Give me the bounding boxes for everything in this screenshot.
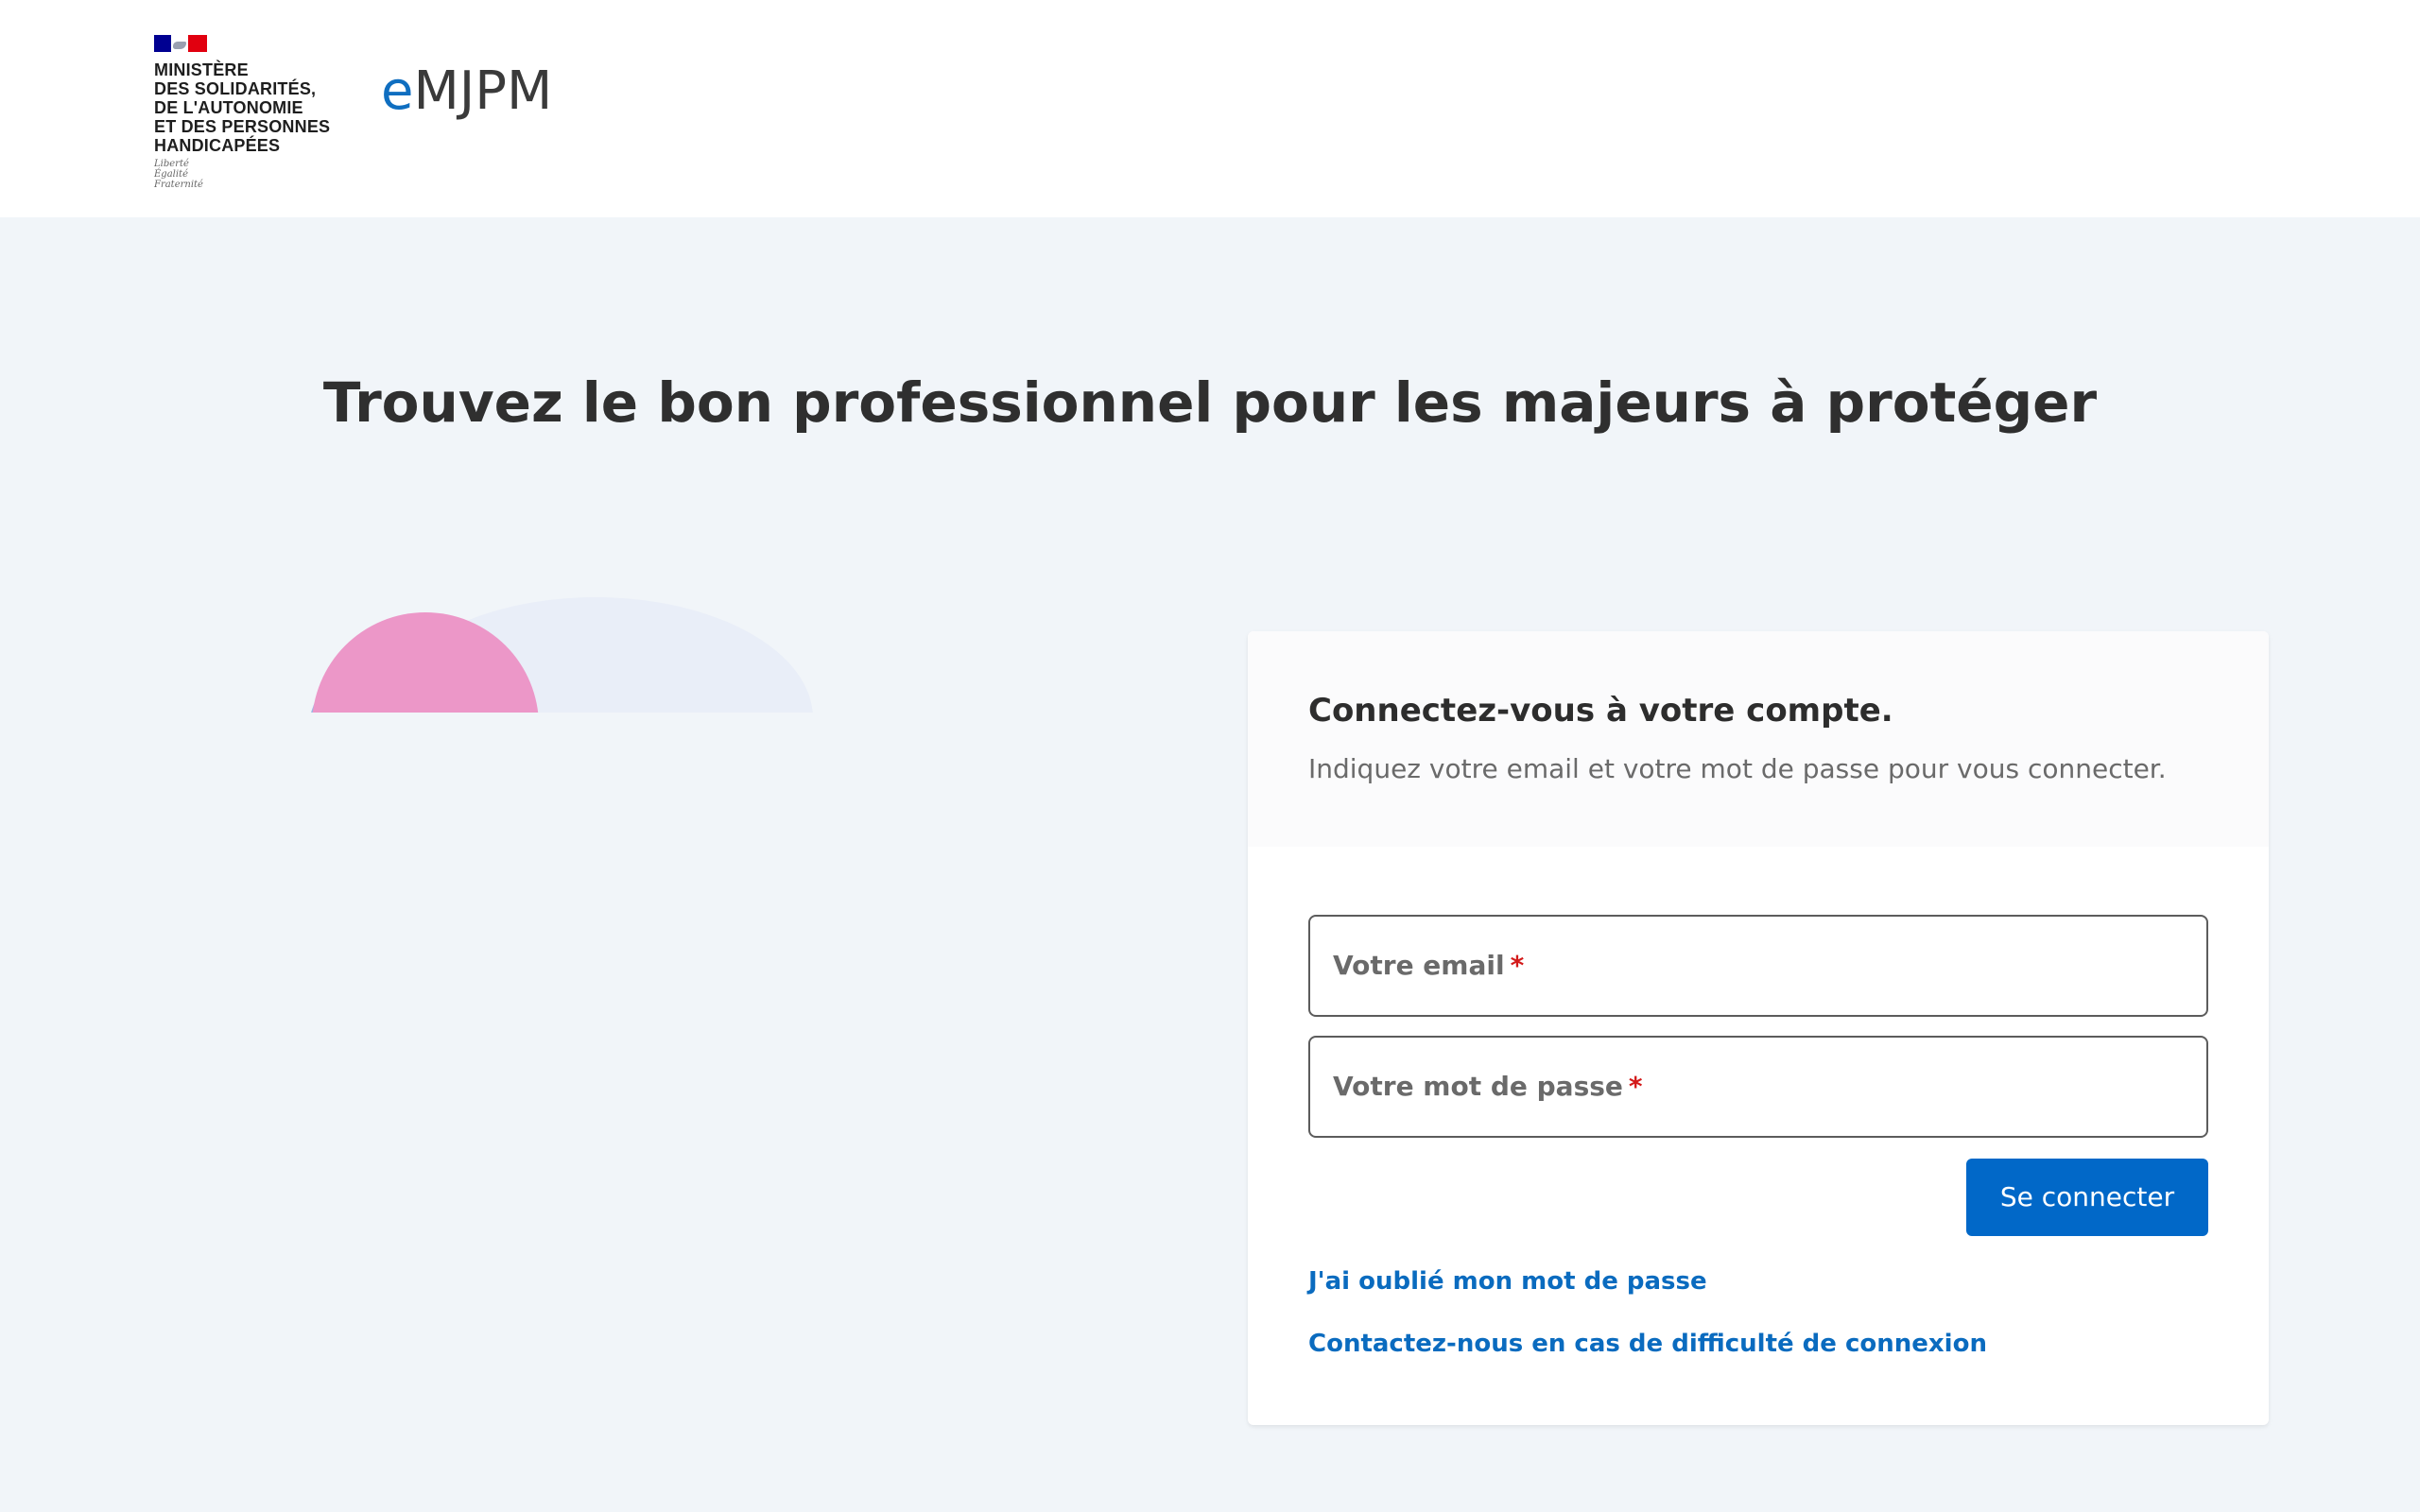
brand-prefix: e <box>381 60 414 122</box>
forgot-password-link[interactable]: J'ai oublié mon mot de passe <box>1308 1263 1707 1300</box>
brand-name: MJPM <box>413 60 553 122</box>
hero-title: Trouvez le bon professionnel pour les ma… <box>322 370 2098 435</box>
ministry-name: MINISTÈRE DES SOLIDARITÉS, DE L'AUTONOMI… <box>154 60 331 155</box>
login-subtitle: Indiquez votre email et votre mot de pas… <box>1308 753 2167 784</box>
republic-motto: Liberté Égalité Fraternité <box>154 159 203 190</box>
password-input[interactable] <box>1310 1038 2206 1136</box>
email-input[interactable] <box>1310 917 2206 1015</box>
brand-logo[interactable]: eMJPM <box>381 59 552 125</box>
password-field[interactable]: Votre mot de passe * <box>1308 1036 2208 1138</box>
illustration-shapes <box>311 597 813 713</box>
contact-support-link[interactable]: Contactez-nous en cas de difficulté de c… <box>1308 1325 1987 1363</box>
login-title: Connectez-vous à votre compte. <box>1308 692 1893 730</box>
email-field[interactable]: Votre email * <box>1308 915 2208 1017</box>
french-flag-logo-icon <box>154 35 207 52</box>
login-card: Connectez-vous à votre compte. Indiquez … <box>1248 631 2269 1425</box>
login-submit-button[interactable]: Se connecter <box>1966 1159 2208 1236</box>
site-header: MINISTÈRE DES SOLIDARITÉS, DE L'AUTONOMI… <box>0 0 2420 217</box>
login-card-header <box>1248 631 2269 847</box>
hero-illustration <box>302 595 832 713</box>
